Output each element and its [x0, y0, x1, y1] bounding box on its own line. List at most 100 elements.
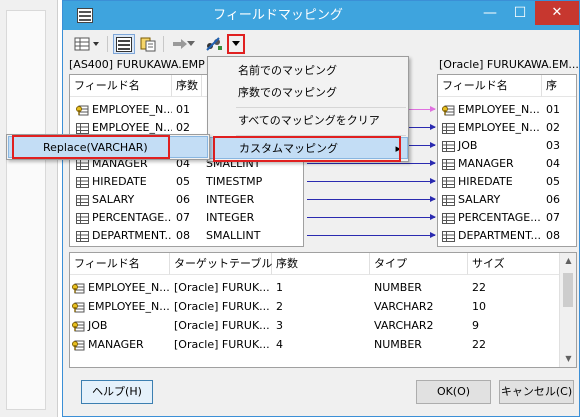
field-name: EMPLOYEE_N... — [88, 281, 170, 294]
field-name: JOB — [88, 319, 108, 332]
table-field-icon — [442, 212, 455, 224]
table-row[interactable]: MANAGER [Oracle] FURUK... 4 NUMBER 22 — [70, 336, 560, 354]
field-ordinal: 07 — [176, 211, 190, 224]
title-bar[interactable]: フィールドマッピング — ☐ ✕ — [63, 1, 579, 30]
grid-dropdown-icon[interactable] — [73, 34, 103, 54]
field-size: 9 — [472, 319, 479, 332]
column-header-field-name[interactable]: フィールド名 — [70, 75, 172, 97]
field-ordinal: 06 — [546, 193, 560, 206]
field-ordinal: 05 — [176, 175, 190, 188]
source-field-row[interactable]: HIREDATE 05 TIMESTMP — [70, 173, 303, 191]
target-table-label: [Oracle] FURUKAWA.EM... — [439, 58, 579, 71]
field-name: HIREDATE — [458, 175, 513, 188]
field-ordinal: 04 — [546, 157, 560, 170]
table-field-icon — [76, 212, 89, 224]
replace-varchar-highlight — [12, 135, 170, 159]
column-header-type[interactable]: タイプ — [370, 253, 468, 275]
source-field-row[interactable]: SALARY 06 INTEGER — [70, 191, 303, 209]
field-ordinal: 2 — [276, 300, 283, 313]
field-name: EMPLOYEE_N... — [92, 103, 172, 116]
field-ordinal: 3 — [276, 319, 283, 332]
mapping-connector[interactable] — [307, 232, 436, 238]
column-header-ordinal[interactable]: 序数 — [172, 75, 202, 97]
field-name: SALARY — [458, 193, 501, 206]
field-type: VARCHAR2 — [374, 319, 434, 332]
table-field-icon — [442, 158, 455, 170]
field-ordinal: 1 — [276, 281, 283, 294]
menu-separator — [236, 107, 406, 108]
field-name: PERCENTAGE... — [458, 211, 541, 224]
field-type: TIMESTMP — [206, 175, 263, 188]
close-button[interactable]: ✕ — [535, 1, 579, 25]
target-field-row[interactable]: DEPARTMENT... 08 — [438, 227, 576, 245]
auto-map-icon[interactable] — [203, 34, 225, 54]
table-field-icon — [442, 122, 455, 134]
table-field-icon — [76, 194, 89, 206]
primary-key-icon — [72, 302, 85, 312]
menu-item-clear-all-mappings[interactable]: すべてのマッピングをクリア — [208, 110, 408, 132]
mapping-connector[interactable] — [307, 214, 436, 220]
source-table-label: [AS400] FURUKAWA.EMP — [69, 58, 205, 71]
table-row[interactable]: EMPLOYEE_N... [Oracle] FURUK... 2 VARCHAR2 1… — [70, 298, 560, 316]
vertical-scrollbar[interactable]: ▲ ▼ — [559, 253, 576, 367]
target-table: [Oracle] FURUK... — [174, 338, 270, 351]
mapping-connector[interactable] — [307, 178, 436, 184]
target-field-row[interactable]: SALARY 06 — [438, 191, 576, 209]
primary-key-icon — [72, 340, 85, 350]
target-field-row[interactable]: EMPLOYEE_N... 02 — [438, 119, 576, 137]
scroll-thumb[interactable] — [563, 273, 573, 307]
field-ordinal: 07 — [546, 211, 560, 224]
column-header-size[interactable]: サイズ — [468, 253, 561, 275]
field-name: EMPLOYEE_N... — [458, 121, 540, 134]
menu-item-map-by-name[interactable]: 名前でのマッピング — [208, 60, 408, 82]
field-name: JOB — [458, 139, 478, 152]
mapping-result-table[interactable]: フィールド名 ターゲットテーブル 序数 タイプ サイズ EMPLOYEE_N..… — [69, 252, 577, 368]
primary-key-icon — [72, 321, 85, 331]
ok-button[interactable]: OK(O) — [416, 380, 491, 404]
arrow-dropdown-icon[interactable] — [185, 34, 197, 54]
toolbar — [63, 30, 579, 58]
field-size: 22 — [472, 338, 486, 351]
field-ordinal: 02 — [546, 121, 560, 134]
scroll-down-icon[interactable]: ▼ — [560, 351, 576, 367]
table-row[interactable]: JOB [Oracle] FURUK... 3 VARCHAR2 9 — [70, 317, 560, 335]
field-type: INTEGER — [206, 211, 255, 224]
help-button[interactable]: ヘルプ(H) — [81, 380, 153, 404]
field-name: EMPLOYEE_N... — [88, 300, 170, 313]
mapping-connector[interactable] — [307, 160, 436, 166]
mapping-view-icon[interactable] — [113, 34, 135, 54]
target-table: [Oracle] FURUK... — [174, 319, 270, 332]
column-header-field-name[interactable]: フィールド名 — [70, 253, 170, 275]
field-size: 10 — [472, 300, 486, 313]
target-field-row[interactable]: JOB 03 — [438, 137, 576, 155]
minimize-button[interactable]: — — [475, 1, 505, 25]
mapping-connector[interactable] — [307, 196, 436, 202]
custom-mapping-highlight — [213, 136, 401, 162]
target-field-row[interactable]: PERCENTAGE... 07 — [438, 209, 576, 227]
menu-item-map-by-ordinal[interactable]: 序数でのマッピング — [208, 82, 408, 104]
source-field-row[interactable]: DEPARTMENT... 08 SMALLINT — [70, 227, 303, 245]
target-field-row[interactable]: EMPLOYEE_N... 01 — [438, 101, 576, 119]
copy-icon[interactable] — [137, 34, 159, 54]
field-name: DEPARTMENT... — [92, 229, 172, 242]
target-table: [Oracle] FURUK... — [174, 300, 270, 313]
field-name: SALARY — [92, 193, 135, 206]
toolbar-separator — [163, 36, 164, 52]
dropdown-arrow-icon[interactable] — [227, 34, 245, 54]
column-header-target-table[interactable]: ターゲットテーブル — [170, 253, 272, 275]
column-header-field-name[interactable]: フィールド名 — [438, 75, 542, 97]
field-type: INTEGER — [206, 193, 255, 206]
field-ordinal: 03 — [546, 139, 560, 152]
table-row[interactable]: EMPLOYEE_N... [Oracle] FURUK... 1 NUMBER 22 — [70, 279, 560, 297]
column-header-ordinal[interactable]: 序数 — [272, 253, 370, 275]
cancel-button[interactable]: キャンセル(C) — [499, 380, 574, 404]
field-type: NUMBER — [374, 338, 422, 351]
field-name: MANAGER — [458, 157, 514, 170]
column-header-ordinal[interactable]: 序 — [542, 75, 576, 97]
target-field-list[interactable]: フィールド名 序 EMPLOYEE_N... 01 EMPLOYEE_N... 02 J… — [437, 74, 577, 247]
target-field-row[interactable]: MANAGER 04 — [438, 155, 576, 173]
source-field-row[interactable]: PERCENTAGE... 07 INTEGER — [70, 209, 303, 227]
maximize-button[interactable]: ☐ — [505, 1, 535, 25]
scroll-up-icon[interactable]: ▲ — [560, 253, 576, 269]
target-field-row[interactable]: HIREDATE 05 — [438, 173, 576, 191]
